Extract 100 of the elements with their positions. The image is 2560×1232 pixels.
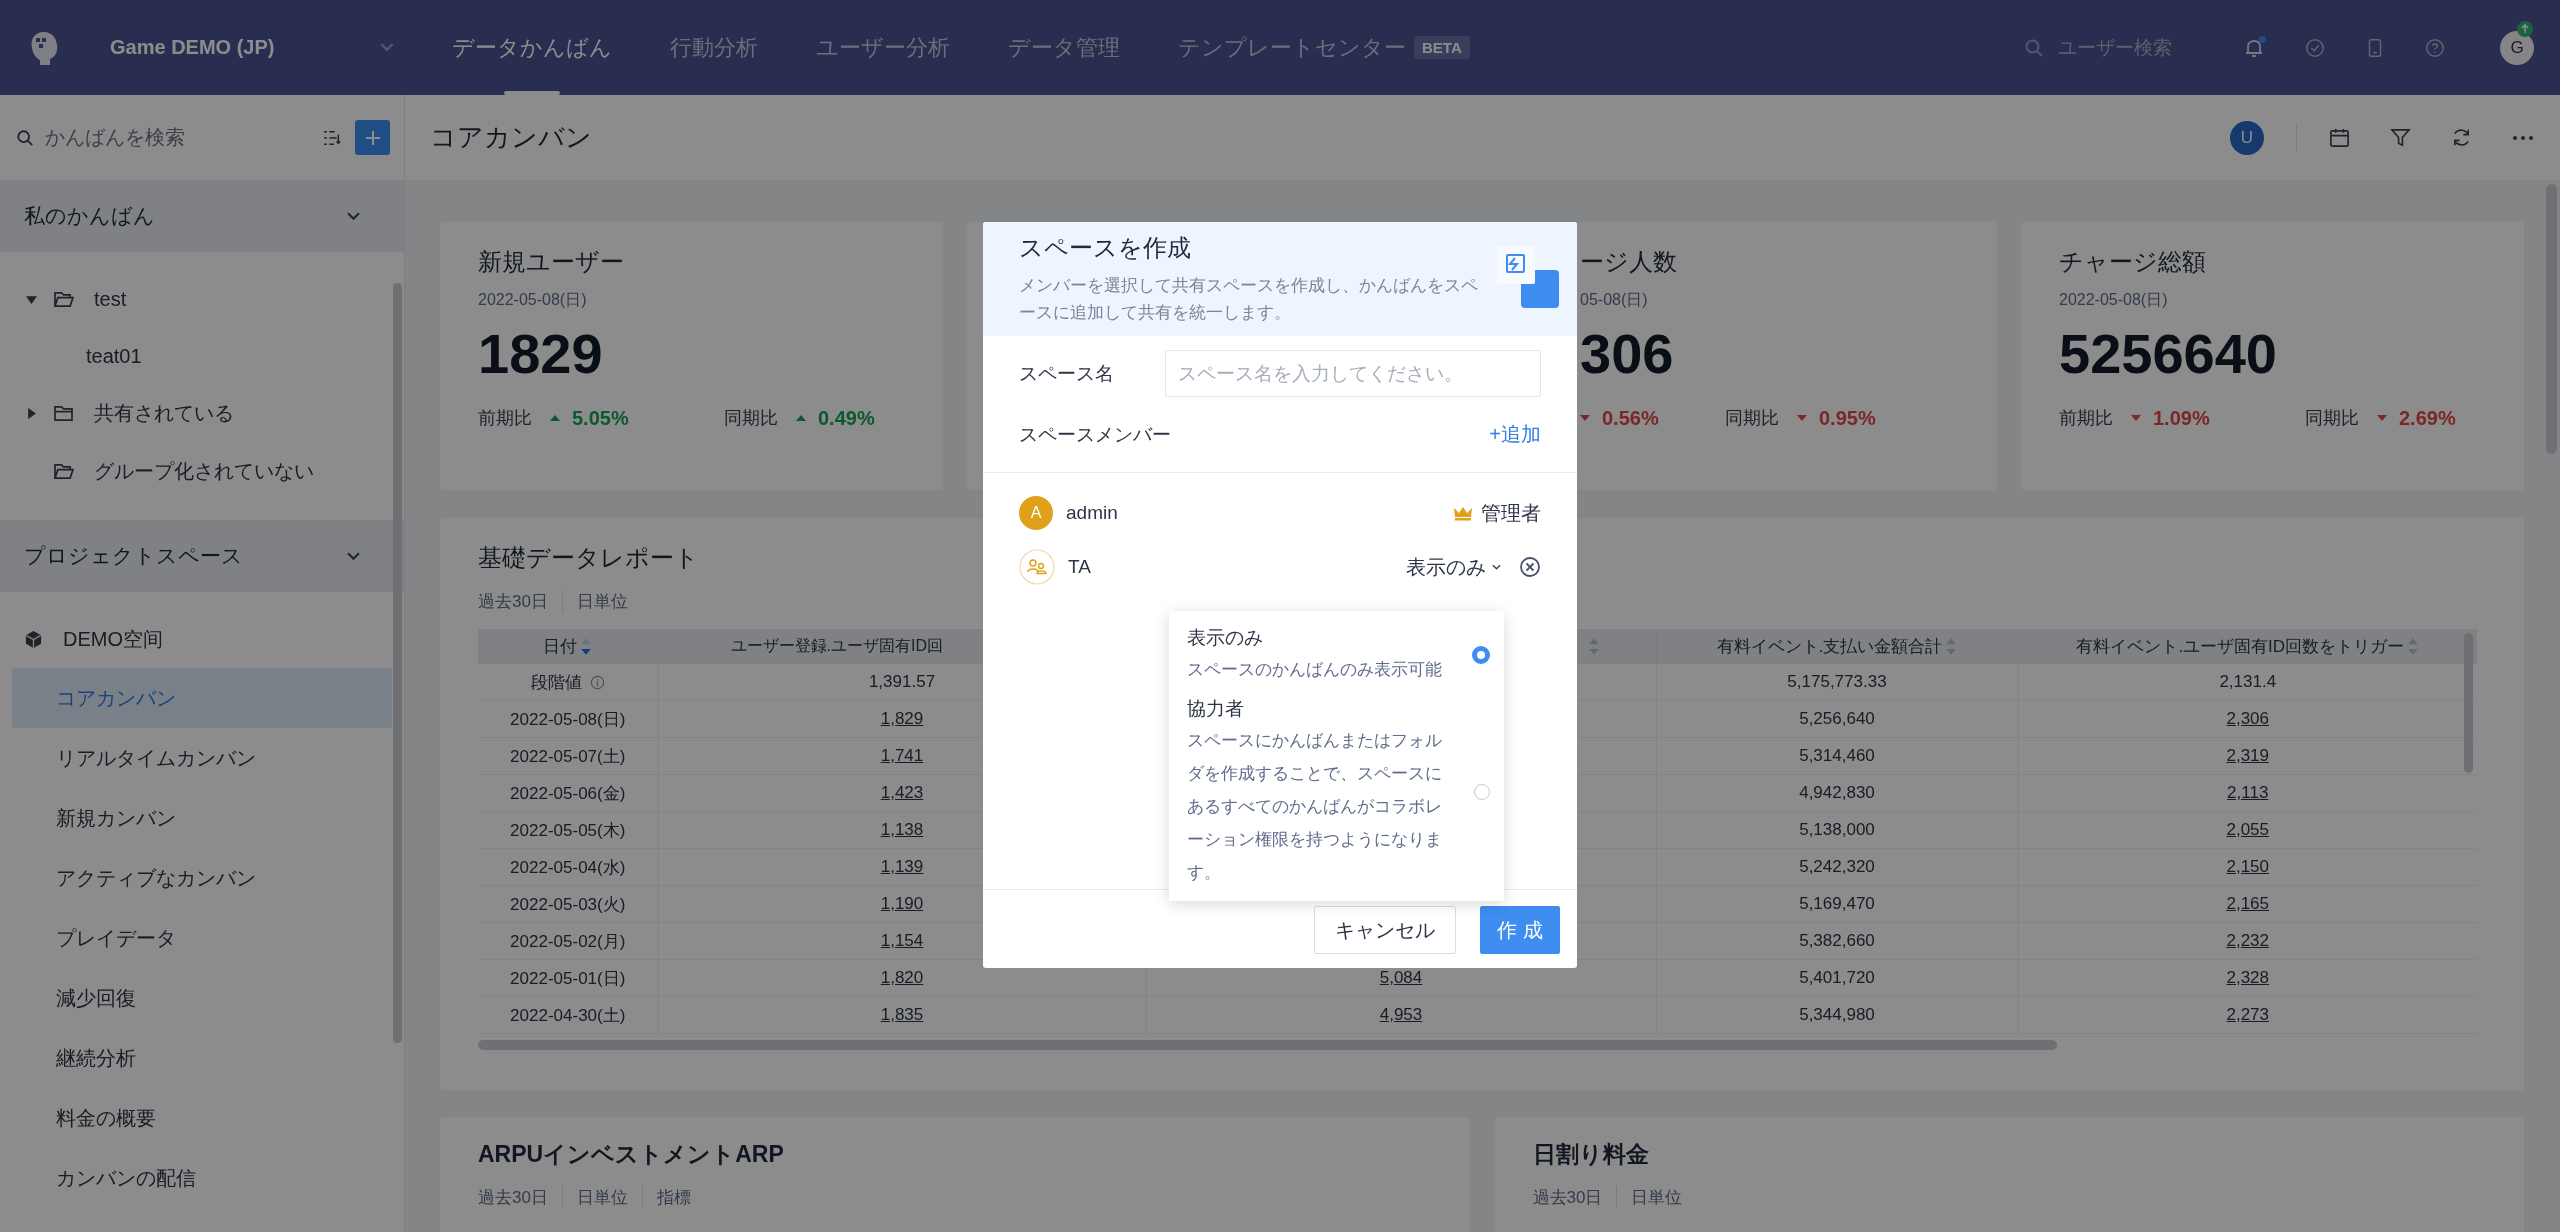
comparison-label: 同期比 [724,407,778,430]
board-item[interactable]: アクティブなカンバン [12,848,392,908]
section-header[interactable]: 私のかんばん [0,180,404,252]
scrollbar[interactable] [393,283,402,1043]
board-item[interactable]: リアルタイムカンバン [12,728,392,788]
field-label: スペース名 [1019,361,1114,386]
change-value: 2.69% [2399,406,2456,430]
column-header[interactable]: 有料イベント.ユーザ固有ID回数をトリガー [2018,629,2477,664]
radio-button[interactable] [1472,645,1490,664]
nav-tab[interactable]: データかんばん [452,0,612,95]
board-item[interactable]: プレイデータ [12,908,392,968]
space-item[interactable]: DEMO空间 [63,625,163,653]
value-link[interactable]: 1,138 [880,820,924,839]
section-header[interactable]: プロジェクトスペース [0,520,404,592]
folder-item[interactable]: test [94,287,127,311]
board-item[interactable]: 新規カンバン [12,788,392,848]
value-link[interactable]: 1,829 [880,709,924,728]
value-link[interactable]: 1,154 [880,931,924,950]
value-link[interactable]: 1,741 [880,746,924,765]
filter-tag: 日単位 [561,590,642,613]
more-icon[interactable] [2512,134,2534,141]
board-item[interactable]: 料金の概要 [12,1088,392,1148]
cell-text: 2022-04-30(土) [510,1005,626,1025]
space-name-field[interactable]: スペース名を入力してください。 [1165,350,1541,397]
page-title: コアカンバン [430,121,592,154]
value-link[interactable]: 1,820 [880,968,924,987]
comparison-label: 前期比 [478,407,532,430]
value-link[interactable]: 2,232 [2226,931,2269,950]
comparison-label: 同期比 [2305,407,2359,430]
expand-triangle-icon[interactable] [26,293,37,305]
cell-text: 4,942,830 [1799,783,1875,802]
add-member-link[interactable]: +追加 [1489,421,1541,448]
remove-icon[interactable] [1519,556,1541,578]
member-name: TA [1068,556,1091,578]
sort-icon[interactable] [1587,637,1600,656]
expand-triangle-icon[interactable] [26,407,37,419]
nav-tab[interactable]: 行動分析 [670,0,758,95]
board-search-field[interactable]: かんばんを検索 [16,125,311,150]
sort-icon[interactable] [1945,637,1958,656]
scrollbar[interactable] [478,1040,2057,1050]
nav-tab[interactable]: ユーザー分析 [816,0,950,95]
create-button[interactable]: 作 成 [1480,906,1560,954]
caret-icon[interactable] [380,43,394,52]
comparison-label: 同期比 [1725,407,1779,430]
value-link[interactable]: 1,139 [880,857,924,876]
list-view-icon[interactable] [323,129,343,146]
check-circle-icon[interactable] [2304,36,2326,59]
crown-icon [1453,505,1473,521]
help-icon[interactable] [2424,36,2446,59]
info-icon[interactable] [589,674,605,690]
column-header[interactable]: 有料イベント.支払い金額合計 [1656,629,2018,664]
value-link[interactable]: 2,150 [2226,857,2269,876]
board-item[interactable]: カンバンの配信 [12,1148,392,1208]
filter-icon[interactable] [2390,127,2411,148]
cancel-button[interactable]: キャンセル [1314,906,1457,954]
folder-item[interactable]: グループ化されていない [94,457,314,485]
board-item[interactable]: 減少回復 [12,968,392,1028]
calendar-icon[interactable] [2329,127,2350,148]
row-label: 段階値 [530,671,582,694]
member-name: admin [1066,502,1118,524]
option-title: 協力者 [1187,697,1245,721]
role-label: 管理者 [1481,500,1541,526]
value-link[interactable]: 2,055 [2226,820,2269,839]
value-link[interactable]: 2,328 [2226,968,2269,987]
sort-icon[interactable] [2407,637,2420,656]
cell-text: 5,314,460 [1799,746,1875,765]
role-option[interactable]: 表示のみ スペースのかんばんのみ表示可能 [1169,619,1504,690]
board-item[interactable]: teat01 [12,328,392,384]
value-link[interactable]: 2,306 [2226,709,2269,728]
add-button[interactable] [355,120,390,155]
project-selector[interactable]: Game DEMO (JP) [110,36,370,59]
scrollbar[interactable] [2464,633,2473,773]
cell-text: 2022-05-05(木) [510,820,626,840]
filter-tag: 過去30日 [478,1186,562,1209]
value-link[interactable]: 2,165 [2226,894,2269,913]
folder-item[interactable]: 共有されている [94,399,234,427]
value-link[interactable]: 1,190 [880,894,924,913]
metric-title: 新規ユーザー [478,247,625,277]
report-title: ARPUインベストメントARP [478,1140,784,1169]
role-option[interactable]: 協力者 スペースにかんばんまたはフォルダを作成することで、スペースにあるすべてのかんばんがコラボレーション権限を持つようになります。 [1169,690,1504,893]
cell-text: 2022-05-02(月) [510,931,626,951]
cell-text: 5,169,470 [1799,894,1875,913]
value-link[interactable]: 2,319 [2226,746,2269,765]
sort-icon[interactable] [580,637,593,656]
user-avatar[interactable]: U [2230,120,2264,155]
value-link[interactable]: 2,113 [2227,783,2269,802]
value-link[interactable]: 1,835 [880,1005,924,1024]
nav-tab[interactable]: テンプレートセンター [1178,0,1406,95]
value-link[interactable]: 5,084 [1379,968,1423,987]
column-header[interactable]: 日付 [478,629,658,664]
metric-title: ージ人数 [1580,247,1678,277]
refresh-icon[interactable] [2451,127,2472,148]
value-link[interactable]: 2,273 [2226,1005,2269,1024]
nav-tab[interactable]: データ管理 [1008,0,1120,95]
dialog-title: スペースを作成 [1019,233,1192,263]
value-link[interactable]: 4,953 [1379,1005,1423,1024]
user-avatar[interactable]: G [2500,30,2534,65]
value-link[interactable]: 1,423 [880,783,924,802]
role-dropdown[interactable]: 表示のみ [1406,553,1501,581]
board-item[interactable]: 継続分析 [12,1028,392,1088]
